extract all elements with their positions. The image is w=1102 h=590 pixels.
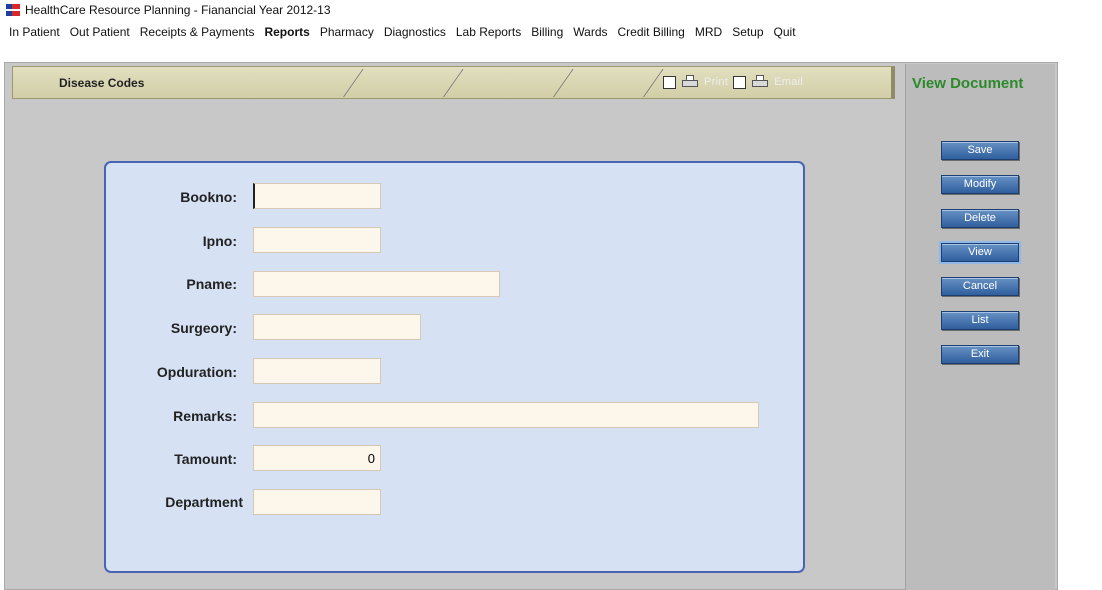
app-logo-icon <box>6 4 20 16</box>
surgeory-input[interactable] <box>253 314 421 340</box>
print-checkbox[interactable] <box>663 75 676 89</box>
department-label: Department <box>165 494 243 510</box>
menu-billing[interactable]: Billing <box>526 25 568 39</box>
print-email-controls: Print Email <box>663 75 803 89</box>
form-header-strip: Disease Codes Print Email <box>12 66 895 99</box>
department-input[interactable] <box>253 489 381 515</box>
form-title: Disease Codes <box>59 76 145 90</box>
printer-icon[interactable] <box>681 75 699 89</box>
bookno-label: Bookno: <box>180 189 237 205</box>
email-icon[interactable] <box>751 75 769 89</box>
remarks-input[interactable] <box>253 402 759 428</box>
menu-lab-reports[interactable]: Lab Reports <box>451 25 526 39</box>
pname-input[interactable] <box>253 271 500 297</box>
menu-bar: In Patient Out Patient Receipts & Paymen… <box>0 21 801 43</box>
strip-divider <box>643 69 664 97</box>
opduration-label: Opduration: <box>156 364 237 380</box>
list-button[interactable]: List <box>941 311 1019 330</box>
email-label: Email <box>774 76 804 88</box>
print-label: Print <box>704 76 729 88</box>
opduration-input[interactable] <box>253 358 381 384</box>
menu-mrd[interactable]: MRD <box>690 25 727 39</box>
remarks-label: Remarks: <box>173 408 237 424</box>
email-checkbox[interactable] <box>733 75 747 89</box>
ipno-input[interactable] <box>253 227 381 253</box>
strip-divider <box>343 69 364 97</box>
view-document-title: View Document <box>912 75 1024 92</box>
menu-setup[interactable]: Setup <box>727 25 768 39</box>
menu-wards[interactable]: Wards <box>568 25 612 39</box>
menu-out-patient[interactable]: Out Patient <box>65 25 135 39</box>
save-button[interactable]: Save <box>941 141 1019 160</box>
view-button[interactable]: View <box>939 241 1021 264</box>
surgeory-label: Surgeory: <box>170 320 237 336</box>
tamount-label: Tamount: <box>174 451 237 467</box>
ipno-label: Ipno: <box>202 233 237 249</box>
modify-button[interactable]: Modify <box>941 175 1019 194</box>
menu-receipts-payments[interactable]: Receipts & Payments <box>135 25 260 39</box>
delete-button[interactable]: Delete <box>941 209 1019 228</box>
menu-diagnostics[interactable]: Diagnostics <box>379 25 451 39</box>
menu-credit-billing[interactable]: Credit Billing <box>613 25 690 39</box>
exit-button[interactable]: Exit <box>941 345 1019 364</box>
menu-in-patient[interactable]: In Patient <box>4 25 65 39</box>
cancel-button[interactable]: Cancel <box>941 277 1019 296</box>
pname-label: Pname: <box>186 276 237 292</box>
strip-divider <box>443 69 464 97</box>
menu-quit[interactable]: Quit <box>769 25 801 39</box>
menu-reports[interactable]: Reports <box>259 25 314 39</box>
menu-pharmacy[interactable]: Pharmacy <box>315 25 379 39</box>
title-bar: HealthCare Resource Planning - Fianancia… <box>0 0 1102 20</box>
tamount-input[interactable] <box>253 445 381 471</box>
strip-divider <box>553 69 574 97</box>
window-title: HealthCare Resource Planning - Fianancia… <box>25 3 331 17</box>
bookno-input[interactable] <box>253 183 381 209</box>
